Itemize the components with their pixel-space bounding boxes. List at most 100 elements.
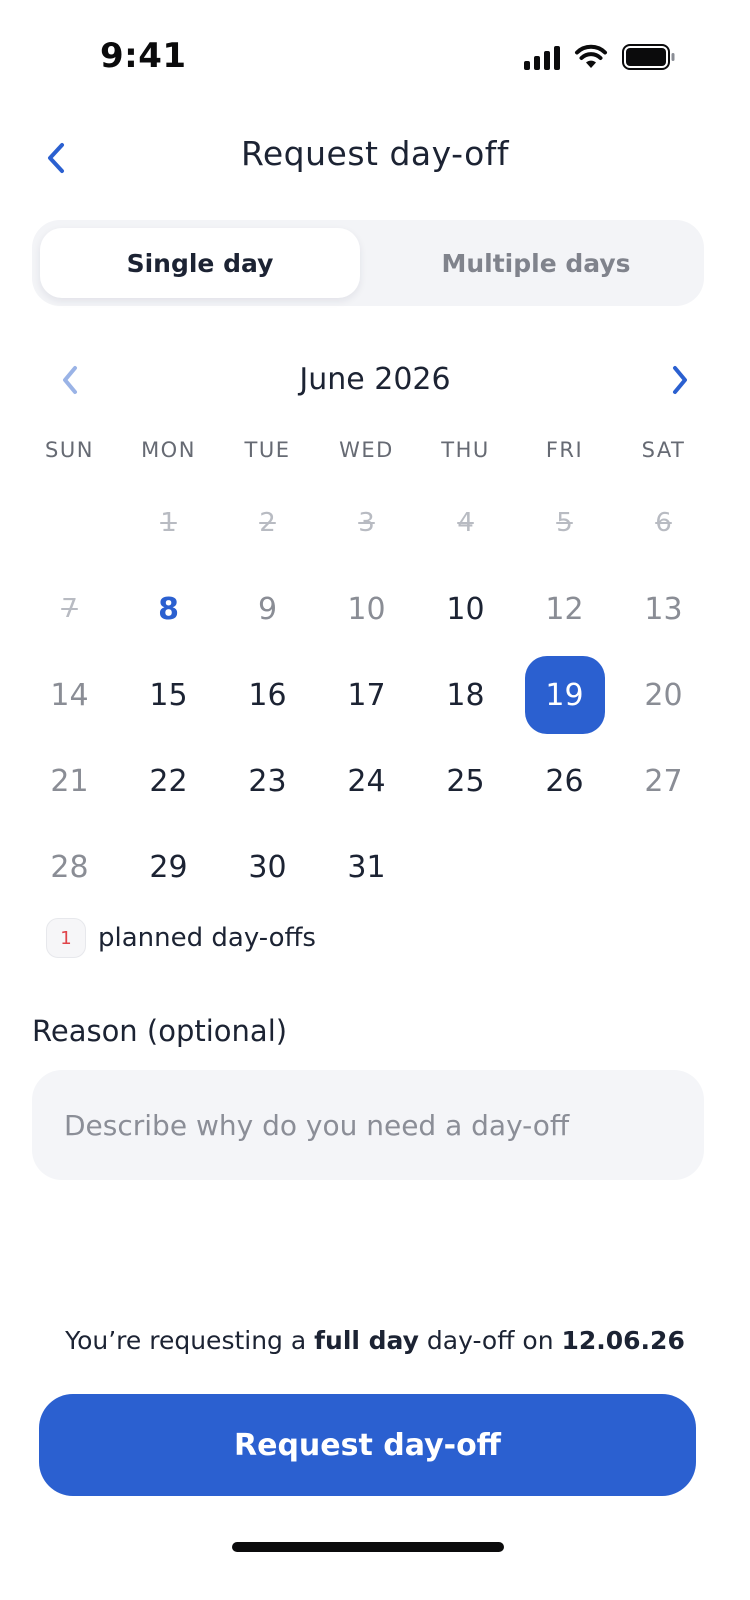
- header: Request day-off: [0, 120, 750, 196]
- calendar-day[interactable]: 31: [327, 828, 407, 906]
- calendar-cell: 15: [119, 652, 218, 738]
- calendar-day[interactable]: 9: [228, 570, 308, 648]
- calendar-day[interactable]: 22: [129, 742, 209, 820]
- calendar-cell: 16: [218, 652, 317, 738]
- calendar-day[interactable]: 26: [525, 742, 605, 820]
- weekday-label: SUN: [45, 438, 94, 462]
- calendar-week-row: 1 2 3 4 5 6: [20, 480, 713, 566]
- calendar-cell: 17: [317, 652, 416, 738]
- reason-input[interactable]: [32, 1070, 704, 1180]
- planned-dayoffs-legend: 1 planned day-offs: [46, 918, 316, 958]
- calendar-cell: 8: [119, 566, 218, 652]
- calendar-cell: 9: [218, 566, 317, 652]
- calendar-cell: 25: [416, 738, 515, 824]
- calendar-day[interactable]: 18: [426, 656, 506, 734]
- summary-duration: full day: [314, 1326, 419, 1355]
- tab-single-day[interactable]: Single day: [40, 228, 360, 298]
- tab-multiple-days[interactable]: Multiple days: [376, 228, 696, 298]
- status-bar: 9:41: [0, 0, 750, 110]
- calendar-week-row: 7 8 9 10 10 12 13: [20, 566, 713, 652]
- page-title: Request day-off: [240, 134, 510, 173]
- home-indicator: [232, 1542, 504, 1552]
- calendar-cell: 19: [515, 652, 614, 738]
- calendar-cell: 26: [515, 738, 614, 824]
- signal-icon: [524, 44, 560, 70]
- calendar-day[interactable]: 17: [327, 656, 407, 734]
- month-label: June 2026: [299, 362, 451, 397]
- weekday-header: SUN MON TUE WED THU FRI SAT: [20, 438, 713, 462]
- calendar-day[interactable]: 13: [624, 570, 704, 648]
- calendar-cell: 21: [20, 738, 119, 824]
- summary-middle: day-off on: [418, 1326, 562, 1355]
- calendar-day: 7: [61, 594, 78, 624]
- calendar-cell: 12: [515, 566, 614, 652]
- calendar-cell: [20, 480, 119, 566]
- weekday-label: WED: [339, 438, 394, 462]
- summary-prefix: You’re requesting a: [65, 1326, 315, 1355]
- status-icons: [524, 44, 676, 70]
- month-navigation: June 2026: [40, 350, 710, 410]
- calendar-day-selected[interactable]: 19: [524, 656, 605, 734]
- next-month-button[interactable]: [660, 358, 700, 402]
- reason-label: Reason (optional): [32, 1014, 288, 1048]
- weekday-label: MON: [141, 438, 196, 462]
- calendar-day[interactable]: 16: [228, 656, 308, 734]
- calendar-cell: 14: [20, 652, 119, 738]
- planned-count-badge: 1: [46, 918, 86, 958]
- calendar-cell: 2: [218, 480, 317, 566]
- calendar-day[interactable]: 10: [426, 570, 506, 648]
- calendar-day: 6: [655, 508, 672, 538]
- calendar-day[interactable]: 21: [30, 742, 110, 820]
- request-dayoff-button[interactable]: Request day-off: [39, 1394, 696, 1496]
- calendar-grid: 1 2 3 4 5 6 7 8 9 10 10 12 13 14 15 16 17 18 19 20 21 22 23 24 2…: [20, 480, 713, 910]
- calendar-cell: 6: [614, 480, 713, 566]
- calendar-day[interactable]: 27: [624, 742, 704, 820]
- wifi-icon: [574, 44, 608, 70]
- status-time: 9:41: [100, 36, 187, 76]
- calendar-day[interactable]: 29: [129, 828, 209, 906]
- calendar-week-row: 28 29 30 31: [20, 824, 713, 910]
- calendar-cell: 13: [614, 566, 713, 652]
- calendar-cell: 23: [218, 738, 317, 824]
- calendar-week-row: 21 22 23 24 25 26 27: [20, 738, 713, 824]
- calendar-day[interactable]: 25: [426, 742, 506, 820]
- legend-text: planned day-offs: [98, 923, 316, 953]
- calendar-day[interactable]: 10: [327, 570, 407, 648]
- calendar-day[interactable]: 12: [525, 570, 605, 648]
- battery-icon: [622, 44, 676, 70]
- calendar-cell: 28: [20, 824, 119, 910]
- calendar-day[interactable]: 30: [228, 828, 308, 906]
- calendar-cell: [515, 824, 614, 910]
- weekday-label: FRI: [545, 438, 584, 462]
- calendar-cell: 5: [515, 480, 614, 566]
- calendar-cell: 3: [317, 480, 416, 566]
- calendar-cell: 7: [20, 566, 119, 652]
- calendar-day[interactable]: 15: [129, 656, 209, 734]
- calendar-cell: 18: [416, 652, 515, 738]
- calendar-day[interactable]: 8: [129, 570, 209, 648]
- request-summary: You’re requesting a full day day-off on …: [0, 1326, 750, 1355]
- calendar-cell: 27: [614, 738, 713, 824]
- calendar-cell: 20: [614, 652, 713, 738]
- calendar-cell: 31: [317, 824, 416, 910]
- calendar-cell: 1: [119, 480, 218, 566]
- calendar-day: 1: [160, 508, 177, 538]
- calendar-day[interactable]: 20: [624, 656, 704, 734]
- calendar-day[interactable]: 24: [327, 742, 407, 820]
- calendar-cell: 10: [416, 566, 515, 652]
- calendar-day[interactable]: 14: [30, 656, 110, 734]
- calendar-week-row: 14 15 16 17 18 19 20: [20, 652, 713, 738]
- chevron-right-icon: [673, 366, 687, 394]
- weekday-label: TUE: [244, 438, 291, 462]
- calendar-cell: [614, 824, 713, 910]
- weekday-label: SAT: [641, 438, 686, 462]
- calendar-cell: 24: [317, 738, 416, 824]
- calendar-cell: 22: [119, 738, 218, 824]
- calendar-cell: 29: [119, 824, 218, 910]
- calendar-day: 5: [556, 508, 573, 538]
- weekday-label: THU: [441, 438, 490, 462]
- calendar-day: 2: [259, 508, 276, 538]
- calendar-day[interactable]: 28: [30, 828, 110, 906]
- calendar-cell: 4: [416, 480, 515, 566]
- calendar-day[interactable]: 23: [228, 742, 308, 820]
